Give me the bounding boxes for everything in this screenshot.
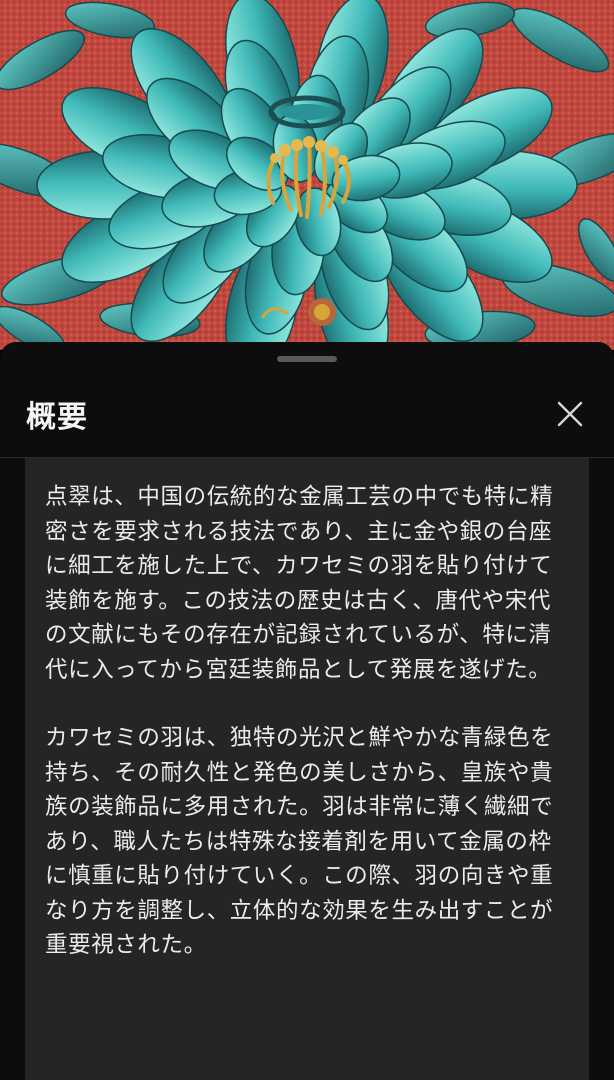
kingfisher-feather-flower-image	[0, 0, 614, 350]
close-icon	[557, 401, 583, 427]
overview-paragraph: カワセミの羽は、独特の光沢と鮮やかな青緑色を持ち、その耐久性と発色の美しさから、…	[45, 725, 554, 958]
overview-text: 点翠は、中国の伝統的な金属工芸の中でも特に精密さを要求される技法であり、主に金や…	[45, 480, 571, 997]
overview-paragraph: 点翠は、中国の伝統的な金属工芸の中でも特に精密さを要求される技法であり、主に金や…	[45, 484, 554, 683]
artwork-image	[0, 0, 614, 350]
sheet-title: 概要	[26, 400, 88, 435]
screen: 概要 点翠は、中国の伝統的な金属工芸の中でも特に精密さを要求される技法であり、主…	[0, 0, 614, 1080]
sheet-grabber-handle[interactable]	[277, 356, 337, 362]
overview-sheet: 概要 点翠は、中国の伝統的な金属工芸の中でも特に精密さを要求される技法であり、主…	[0, 342, 614, 1080]
overview-content: 点翠は、中国の伝統的な金属工芸の中でも特に精密さを要求される技法であり、主に金や…	[25, 458, 589, 1080]
close-button[interactable]	[546, 390, 594, 438]
